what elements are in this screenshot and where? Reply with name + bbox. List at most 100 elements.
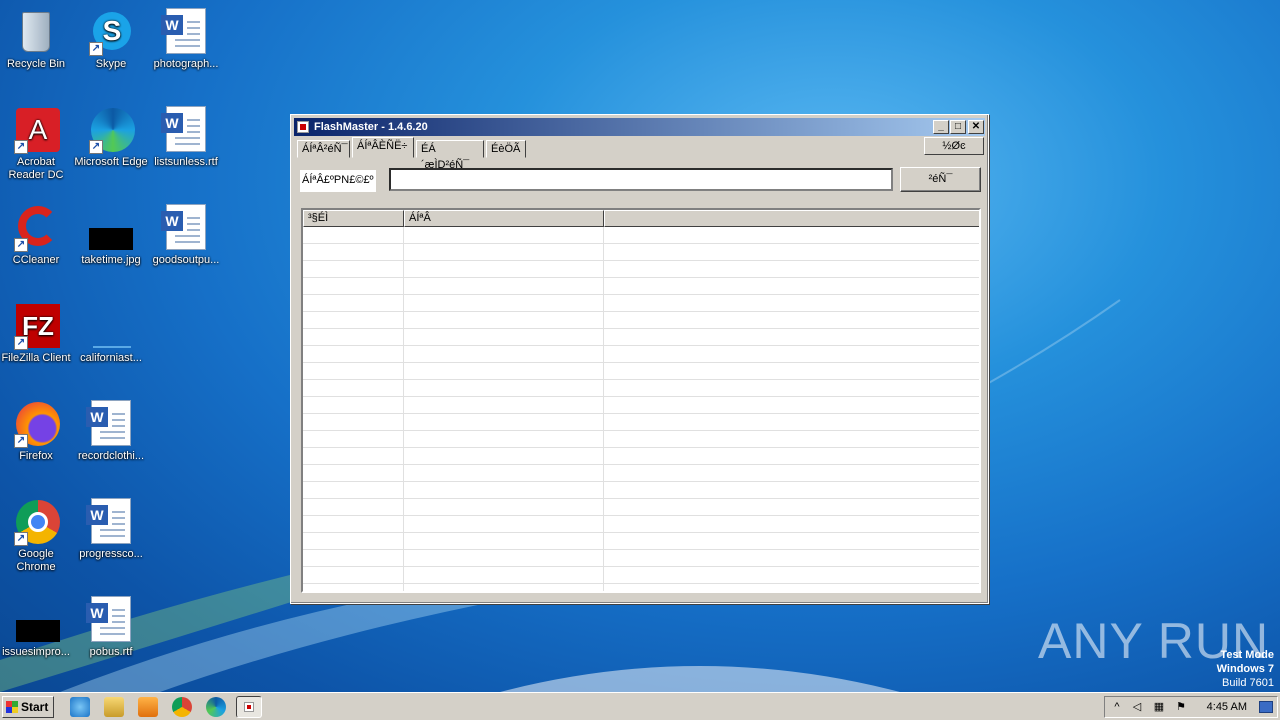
table-row[interactable] xyxy=(303,516,979,533)
tab-flash-id-query[interactable]: ÉÁ´æÌD²éÑ¯ xyxy=(416,140,484,171)
start-button[interactable]: Start xyxy=(2,696,54,718)
show-hidden-icons-icon[interactable]: ^ xyxy=(1111,701,1123,713)
table-row[interactable] xyxy=(303,363,979,380)
edge-taskbar-icon[interactable] xyxy=(206,697,226,717)
media-player-taskbar-icon[interactable] xyxy=(138,697,158,717)
desktop-icon-pobus[interactable]: W pobus.rtf xyxy=(73,592,149,659)
desktop-icon-label: Recycle Bin xyxy=(6,58,66,70)
query-button[interactable]: ²éÑ¯ xyxy=(900,167,981,192)
table-row[interactable] xyxy=(303,397,979,414)
test-mode-notice: Test Mode Windows 7 Build 7601 xyxy=(1217,648,1274,690)
desktop-icon-label: photograph... xyxy=(153,58,219,70)
desktop-icon-label: CCleaner xyxy=(12,254,60,266)
ccleaner-icon: ↗ xyxy=(12,204,60,252)
table-row[interactable] xyxy=(303,482,979,499)
column-header-extra[interactable] xyxy=(604,210,979,227)
table-row[interactable] xyxy=(303,227,979,244)
desktop-icon-skype[interactable]: S ↗ Skype xyxy=(73,4,149,71)
desktop-icon-ccleaner[interactable]: ↗ CCleaner xyxy=(0,200,74,267)
desktop-icon-filezilla[interactable]: FZ ↗ FileZilla Client xyxy=(0,298,74,365)
desktop-icon-label: californiast... xyxy=(80,352,142,364)
system-tray: ^ ◁ ▦ ⚑ 4:45 AM xyxy=(1104,696,1278,718)
word-doc-icon: W xyxy=(161,204,210,252)
search-label: ÁÍªÂ£ºPN£©£º xyxy=(300,170,376,192)
table-row[interactable] xyxy=(303,448,979,465)
desktop-icon-recycle-bin[interactable]: Recycle Bin xyxy=(0,4,74,71)
table-row[interactable] xyxy=(303,533,979,550)
table-row[interactable] xyxy=(303,567,979,584)
ie-taskbar-icon[interactable] xyxy=(70,697,90,717)
flashmaster-window: FlashMaster - 1.4.6.20 _ □ ✕ ÁÍªÂ²éÑ¯ ÁÍ… xyxy=(290,114,989,604)
minimize-button[interactable]: _ xyxy=(933,120,949,134)
recycle-bin-icon xyxy=(12,8,60,56)
word-doc-icon: W xyxy=(86,498,135,546)
desktop-icon-label: taketime.jpg xyxy=(81,254,141,266)
desktop-icon-recordclothi[interactable]: W recordclothi... xyxy=(73,396,149,463)
app-icon[interactable] xyxy=(297,121,309,133)
table-row[interactable] xyxy=(303,550,979,567)
explorer-taskbar-icon[interactable] xyxy=(104,697,124,717)
table-row[interactable] xyxy=(303,431,979,448)
table-row[interactable] xyxy=(303,346,979,363)
show-desktop-icon[interactable] xyxy=(1259,701,1273,713)
chrome-icon: ↗ xyxy=(12,498,60,546)
desktop-icon-edge[interactable]: ↗ Microsoft Edge xyxy=(73,102,149,169)
desktop-icon-label: issuesimpro... xyxy=(2,646,70,658)
desktop-icon-goodsoutput[interactable]: W goodsoutpu... xyxy=(148,200,224,267)
table-row[interactable] xyxy=(303,278,979,295)
desktop-icon-label: progressco... xyxy=(79,548,143,560)
desktop-icon-listsunless[interactable]: W listsunless.rtf xyxy=(148,102,224,169)
results-list[interactable]: ³§ÉÌ ÁÍªÂ xyxy=(301,208,981,593)
clock[interactable]: 4:45 AM xyxy=(1207,697,1247,717)
column-divider xyxy=(603,227,604,591)
word-doc-icon: W xyxy=(86,400,135,448)
table-row[interactable] xyxy=(303,329,979,346)
file-icon xyxy=(87,302,135,350)
chrome-taskbar-icon[interactable] xyxy=(172,697,192,717)
window-title: FlashMaster - 1.4.6.20 xyxy=(314,121,428,133)
table-row[interactable] xyxy=(303,295,979,312)
desktop-icon-firefox[interactable]: ↗ Firefox xyxy=(0,396,74,463)
column-header-part[interactable]: ÁÍªÂ xyxy=(404,210,604,227)
table-row[interactable] xyxy=(303,465,979,482)
desktop-icon-label: Microsoft Edge xyxy=(74,156,148,168)
flashmaster-taskbar-icon[interactable] xyxy=(236,696,262,718)
network-icon[interactable]: ▦ xyxy=(1153,701,1165,713)
desktop-icon-taketime[interactable]: taketime.jpg xyxy=(73,200,149,267)
desktop-icon-label: recordclothi... xyxy=(77,450,145,462)
tab-settings[interactable]: ÉèÖÃ xyxy=(486,140,526,158)
screenshot-button[interactable]: ½Øͼ xyxy=(924,137,984,155)
column-header-manufacturer[interactable]: ³§ÉÌ xyxy=(303,210,404,227)
action-center-flag-icon[interactable]: ⚑ xyxy=(1175,701,1187,713)
desktop-icon-californiast[interactable]: californiast... xyxy=(73,298,149,365)
search-input[interactable] xyxy=(389,168,893,191)
desktop-icon-acrobat[interactable]: A ↗ Acrobat Reader DC xyxy=(0,102,74,182)
volume-icon[interactable]: ◁ xyxy=(1131,701,1143,713)
desktop-icon-issuesimpro[interactable]: issuesimpro... xyxy=(0,592,74,659)
table-row[interactable] xyxy=(303,499,979,516)
desktop-icon-label: Skype xyxy=(95,58,127,70)
window-titlebar[interactable]: FlashMaster - 1.4.6.20 _ □ ✕ xyxy=(294,118,985,136)
skype-icon: S ↗ xyxy=(87,8,135,56)
table-row[interactable] xyxy=(303,261,979,278)
desktop-icon-progressco[interactable]: W progressco... xyxy=(73,494,149,561)
acrobat-icon: A ↗ xyxy=(12,106,60,154)
table-row[interactable] xyxy=(303,244,979,261)
firefox-icon: ↗ xyxy=(12,400,60,448)
desktop-icon-photograph[interactable]: W photograph... xyxy=(148,4,224,71)
desktop-icon-label: Google Chrome xyxy=(16,548,56,573)
desktop-icon-chrome[interactable]: ↗ Google Chrome xyxy=(0,494,74,574)
table-row[interactable] xyxy=(303,380,979,397)
close-button[interactable]: ✕ xyxy=(968,120,984,134)
build-line: Build 7601 xyxy=(1222,677,1274,689)
tab-query[interactable]: ÁÍªÂ²éÑ¯ xyxy=(297,140,350,158)
table-row[interactable] xyxy=(303,312,979,329)
word-doc-icon: W xyxy=(86,596,135,644)
edge-icon: ↗ xyxy=(87,106,135,154)
tab-search[interactable]: ÁÍªÂÈÑË÷ xyxy=(352,137,414,158)
word-doc-icon: W xyxy=(161,106,210,154)
maximize-button[interactable]: □ xyxy=(950,120,966,134)
desktop-icon-label: listsunless.rtf xyxy=(154,156,218,168)
desktop-icon-label: FileZilla Client xyxy=(1,352,71,364)
table-row[interactable] xyxy=(303,414,979,431)
